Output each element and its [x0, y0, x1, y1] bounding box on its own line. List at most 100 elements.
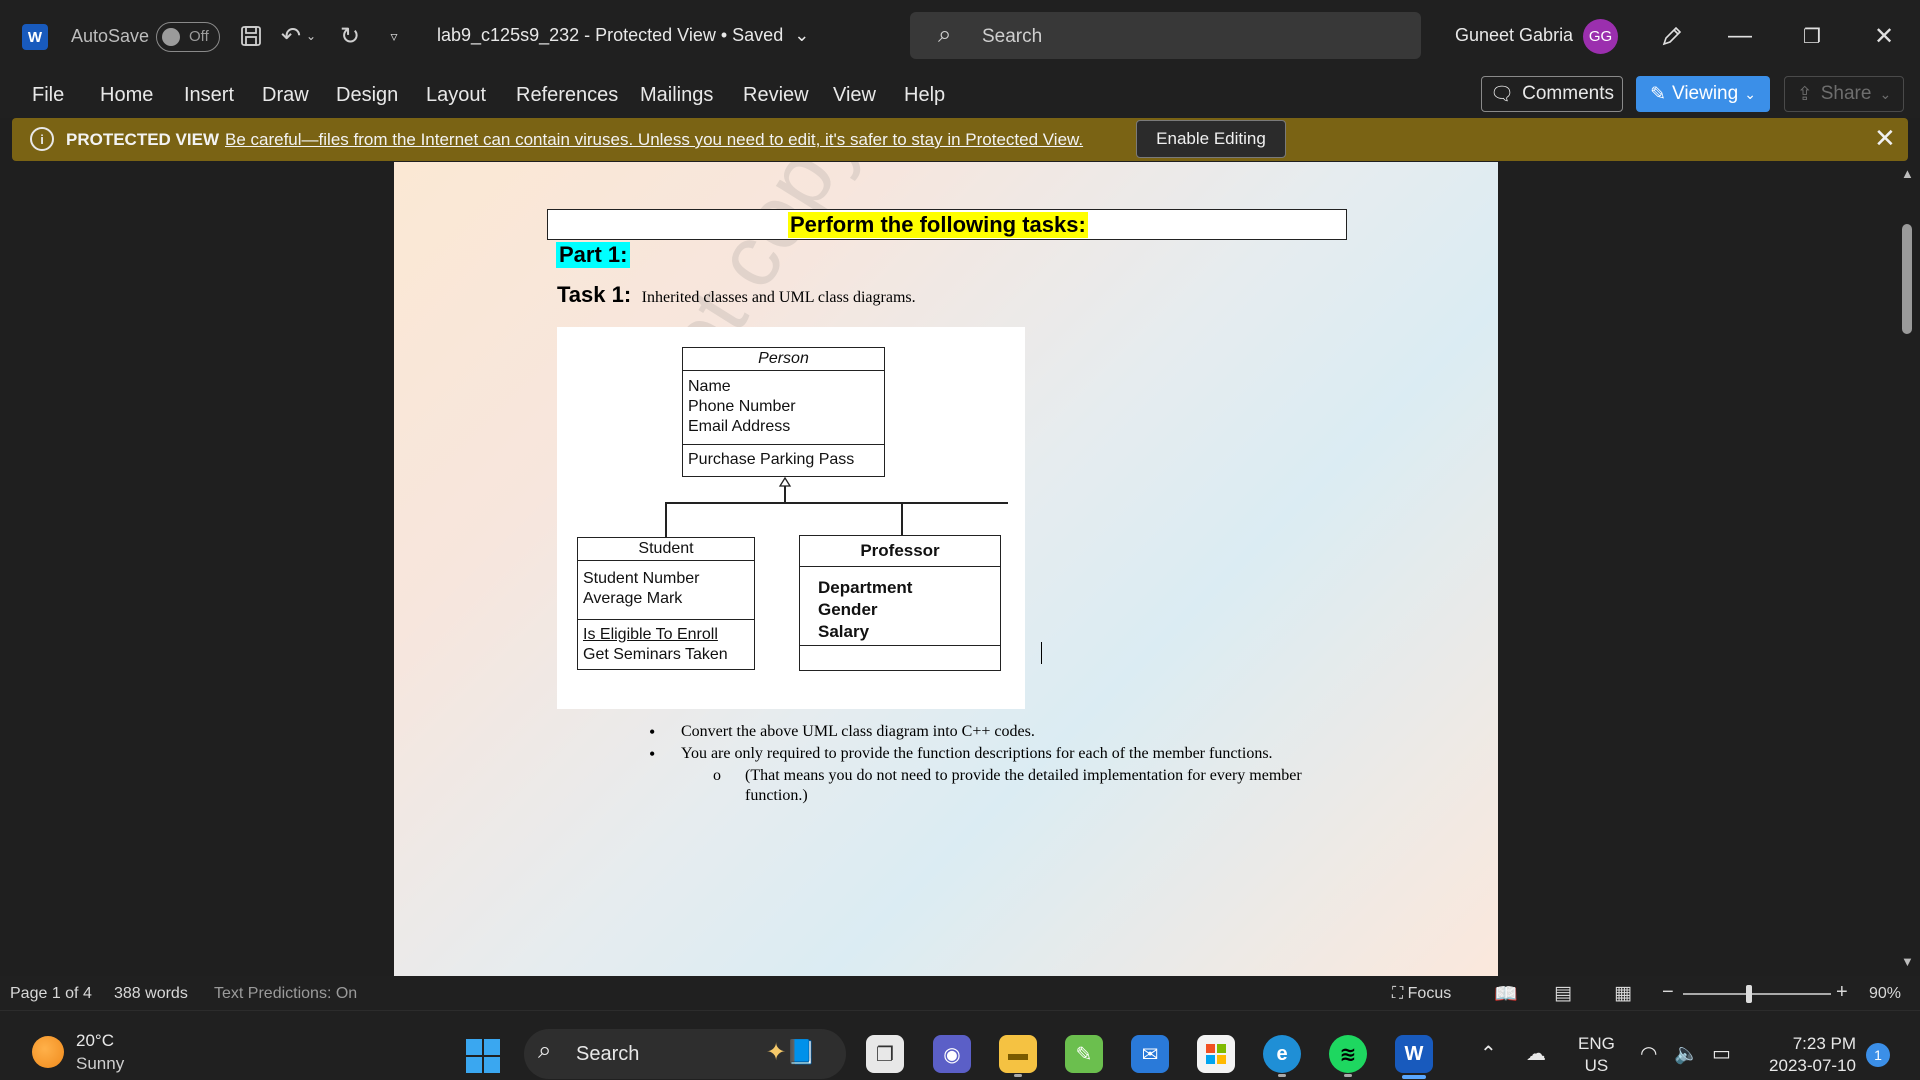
windows-start-icon[interactable] — [466, 1039, 500, 1073]
file-explorer-icon[interactable]: ▬ — [999, 1035, 1037, 1073]
uml-method: Get Seminars Taken — [583, 646, 728, 663]
menu-view[interactable]: View — [833, 84, 876, 107]
active-app-indicator — [1402, 1075, 1426, 1079]
menu-review[interactable]: Review — [743, 84, 809, 107]
weather-condition[interactable]: Sunny — [76, 1054, 124, 1074]
document-page[interactable]: Do not copy from other students Perform … — [394, 162, 1498, 976]
heading-text: Perform the following tasks: — [788, 212, 1088, 238]
undo-dropdown-icon[interactable]: ⌄ — [304, 20, 318, 52]
taskbar-search-placeholder: Search — [576, 1043, 640, 1065]
page-count[interactable]: Page 1 of 4 — [10, 985, 92, 1003]
menu-file[interactable]: File — [32, 84, 64, 107]
text-cursor — [1041, 642, 1042, 664]
text-predictions-status[interactable]: Text Predictions: On — [214, 985, 357, 1003]
menu-design[interactable]: Design — [336, 84, 398, 107]
menu-draw[interactable]: Draw — [262, 84, 309, 107]
menu-help[interactable]: Help — [904, 84, 945, 107]
share-button[interactable]: ⇪ Share ⌄ — [1784, 76, 1904, 112]
scroll-thumb[interactable] — [1902, 224, 1912, 334]
wifi-icon[interactable]: ◠ — [1640, 1041, 1657, 1066]
pen-icon[interactable] — [1652, 18, 1692, 54]
undo-icon[interactable]: ↶ — [275, 20, 307, 52]
zoom-in-icon[interactable]: + — [1836, 981, 1848, 1004]
status-bar: Page 1 of 4 388 words Text Predictions: … — [0, 976, 1920, 1010]
clock[interactable]: 7:23 PM 2023-07-10 — [1760, 1033, 1856, 1077]
close-icon[interactable]: ✕ — [1874, 123, 1896, 154]
focus-icon: ⛶ — [1392, 985, 1404, 1002]
menu-insert[interactable]: Insert — [184, 84, 234, 107]
uml-methods — [800, 646, 1000, 670]
print-layout-icon[interactable]: ▤ — [1554, 982, 1572, 1005]
sun-icon[interactable] — [32, 1036, 64, 1068]
restore-button[interactable]: ❐ — [1792, 18, 1832, 54]
battery-icon[interactable]: ▭ — [1712, 1041, 1731, 1066]
inheritance-arrow-icon — [778, 477, 792, 487]
protected-view-title: PROTECTED VIEW — [66, 130, 220, 149]
edge-browser-icon[interactable]: e — [1263, 1035, 1301, 1073]
save-icon[interactable] — [235, 20, 267, 52]
uml-class-name: Student — [578, 538, 754, 561]
enable-editing-button[interactable]: Enable Editing — [1136, 120, 1286, 158]
heading-box: Perform the following tasks: — [547, 209, 1347, 240]
document-canvas[interactable]: Do not copy from other students Perform … — [0, 162, 1920, 976]
zoom-level[interactable]: 90% — [1869, 985, 1901, 1003]
taskbar-search[interactable]: ⌕ Search ✦📘 — [524, 1029, 846, 1079]
spotify-icon[interactable]: ≋ — [1329, 1035, 1367, 1073]
focus-button[interactable]: ⛶ Focus — [1392, 985, 1451, 1003]
zoom-out-icon[interactable]: − — [1662, 981, 1674, 1004]
volume-icon[interactable]: 🔈 — [1674, 1041, 1699, 1066]
language-indicator[interactable]: ENG US — [1578, 1033, 1615, 1077]
zoom-slider-thumb[interactable] — [1746, 985, 1752, 1003]
search-box[interactable]: ⌕ Search — [910, 12, 1421, 59]
list-item: Convert the above UML class diagram into… — [649, 722, 1289, 742]
menu-home[interactable]: Home — [100, 84, 153, 107]
zoom-slider[interactable] — [1683, 993, 1831, 995]
onedrive-cloud-icon[interactable]: ☁ — [1526, 1041, 1546, 1066]
search-icon: ⌕ — [538, 1037, 552, 1064]
notepad-icon[interactable]: ✎ — [1065, 1035, 1103, 1073]
menu-references[interactable]: References — [516, 84, 618, 107]
chevron-up-icon[interactable]: ⌃ — [1480, 1041, 1497, 1066]
avatar[interactable]: GG — [1583, 19, 1618, 54]
word-count[interactable]: 388 words — [114, 985, 188, 1003]
viewing-mode-button[interactable]: ✎ Viewing ⌄ — [1636, 76, 1770, 112]
uml-attribute: Email Address — [688, 418, 791, 435]
task-description: Inherited classes and UML class diagrams… — [641, 289, 916, 306]
uml-class-professor: Professor Department Gender Salary — [799, 535, 1001, 671]
task-heading: Task 1: Inherited classes and UML class … — [557, 282, 916, 308]
uml-class-name: Person — [683, 348, 884, 371]
part-heading: Part 1: — [556, 242, 631, 268]
read-mode-icon[interactable]: 📖 — [1494, 982, 1518, 1006]
notification-badge[interactable]: 1 — [1866, 1043, 1890, 1067]
document-title[interactable]: lab9_c125s9_232 - Protected View • Saved… — [437, 25, 809, 46]
mail-icon[interactable]: ✉ — [1131, 1035, 1169, 1073]
document-title-text: lab9_c125s9_232 - Protected View • Saved — [437, 25, 784, 45]
uml-attribute: Gender — [818, 600, 878, 619]
clock-time: 7:23 PM — [1792, 1034, 1856, 1053]
microsoft-store-icon[interactable] — [1197, 1035, 1235, 1073]
comments-button[interactable]: 🗨 Comments — [1481, 76, 1623, 112]
user-name[interactable]: Guneet Gabria — [1455, 25, 1573, 46]
customize-toolbar-icon[interactable]: ▿ — [378, 20, 410, 52]
menu-layout[interactable]: Layout — [426, 84, 486, 107]
vertical-scrollbar[interactable]: ▲ ▼ — [1896, 162, 1920, 976]
protected-view-link[interactable]: Be careful—files from the Internet can c… — [225, 130, 1083, 150]
redo-icon[interactable]: ↻ — [334, 20, 366, 52]
list-item: You are only required to provide the fun… — [649, 744, 1289, 764]
web-layout-icon[interactable]: ▦ — [1614, 982, 1632, 1005]
scroll-up-icon[interactable]: ▲ — [1901, 166, 1914, 181]
minimize-button[interactable]: — — [1720, 18, 1760, 54]
teams-chat-icon[interactable]: ◉ — [933, 1035, 971, 1073]
scroll-down-icon[interactable]: ▼ — [1901, 954, 1914, 969]
uml-attribute: Phone Number — [688, 398, 796, 415]
search-highlight-icon: ✦📘 — [766, 1039, 816, 1066]
close-button[interactable]: ✕ — [1864, 18, 1904, 54]
autosave-toggle[interactable]: Off — [156, 22, 220, 52]
task-view-icon[interactable]: ❐ — [866, 1035, 904, 1073]
word-taskbar-icon[interactable]: W — [1395, 1035, 1433, 1073]
menu-mailings[interactable]: Mailings — [640, 84, 713, 107]
running-indicator — [1014, 1074, 1022, 1077]
ribbon-menu: File Home Insert Draw Design Layout Refe… — [0, 72, 1920, 118]
uml-attribute: Department — [818, 578, 913, 597]
weather-temperature[interactable]: 20°C — [76, 1031, 114, 1051]
